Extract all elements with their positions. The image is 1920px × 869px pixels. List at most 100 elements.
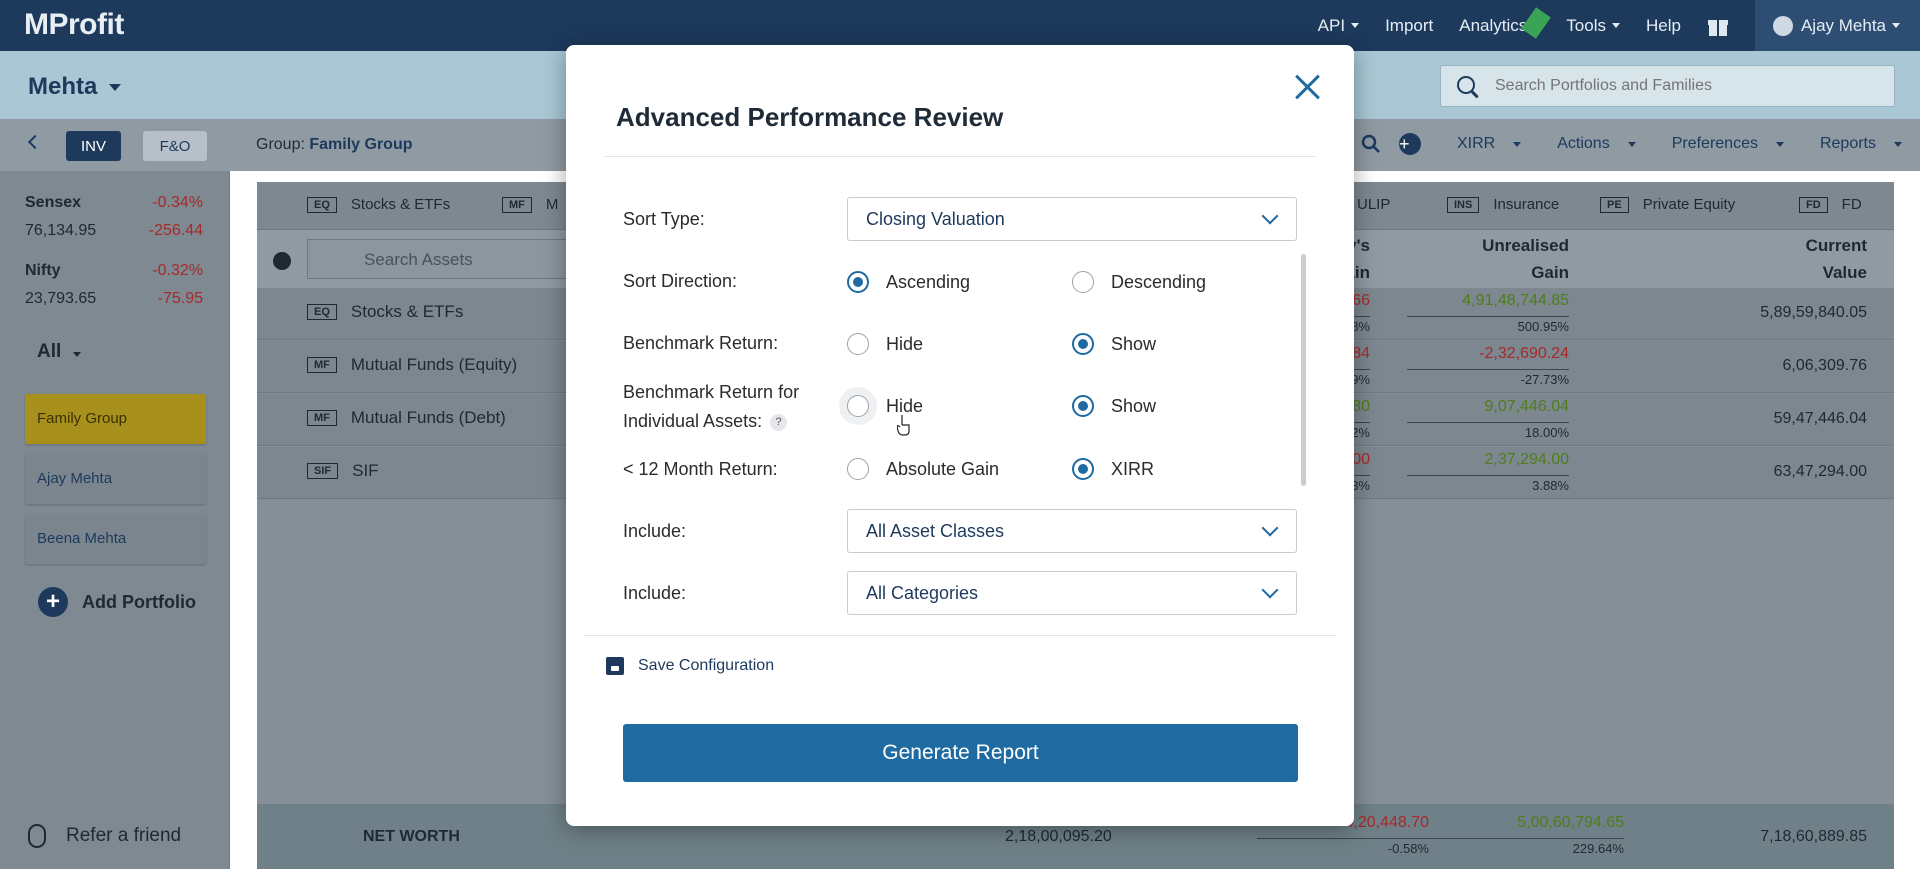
unrealised-gain-cell: -2,32,690.24 -27.73% bbox=[1407, 345, 1569, 387]
radio-xirr[interactable]: XIRR bbox=[1072, 458, 1154, 480]
include-label: Include: bbox=[623, 583, 687, 603]
tab-label: Insurance bbox=[1493, 196, 1560, 213]
nav-tools[interactable]: Tools bbox=[1566, 16, 1620, 36]
fo-toggle[interactable]: F&O bbox=[143, 131, 207, 161]
tab-fd[interactable]: FD FD bbox=[1799, 196, 1862, 213]
add-icon[interactable]: + bbox=[1399, 133, 1421, 155]
add-portfolio-label: Add Portfolio bbox=[82, 591, 196, 612]
nav-import[interactable]: Import bbox=[1385, 16, 1433, 36]
tab-badge: FD bbox=[1799, 196, 1828, 213]
radio-label: Hide bbox=[886, 333, 924, 354]
nav-api[interactable]: API bbox=[1318, 16, 1360, 36]
row-label: SIF SIF bbox=[307, 461, 379, 481]
tab-insurance[interactable]: INS Insurance bbox=[1447, 196, 1559, 213]
chevron-down-icon bbox=[1261, 519, 1279, 537]
pct-text: 500.95% bbox=[1407, 316, 1569, 334]
refer-icon bbox=[28, 824, 46, 848]
row-label: MF Mutual Funds (Equity) bbox=[307, 355, 517, 375]
radio-benchmark-hide[interactable]: Hide bbox=[847, 333, 923, 355]
sidebar-item-beena-mehta[interactable]: Beena Mehta bbox=[25, 514, 206, 564]
radio-individual-hide[interactable]: Hide bbox=[847, 395, 923, 417]
radio-label: Absolute Gain bbox=[886, 458, 1000, 479]
include-asset-classes-select[interactable]: All Asset Classes bbox=[847, 509, 1297, 553]
current-value-cell: 63,47,294.00 bbox=[1773, 463, 1867, 480]
actions-dropdown[interactable]: Actions bbox=[1539, 135, 1636, 153]
caret-down-icon bbox=[1775, 141, 1784, 147]
sidebar-item-label: Ajay Mehta bbox=[37, 470, 113, 487]
tab-stocks[interactable]: EQ Stocks & ETFs bbox=[307, 196, 450, 213]
caret-down-icon bbox=[1894, 141, 1902, 147]
caret-down-icon bbox=[73, 352, 82, 357]
caret-down-icon bbox=[109, 84, 122, 92]
actions-label: Actions bbox=[1557, 135, 1610, 152]
nifty-change: -75.95 bbox=[157, 290, 203, 307]
preferences-dropdown[interactable]: Preferences bbox=[1654, 135, 1784, 153]
tab-private-equity[interactable]: PE Private Equity bbox=[1600, 196, 1735, 213]
sidebar-item-ajay-mehta[interactable]: Ajay Mehta bbox=[25, 454, 206, 504]
sort-type-select[interactable]: Closing Valuation bbox=[847, 197, 1297, 241]
sidebar-item-family-group[interactable]: Family Group bbox=[25, 394, 206, 444]
reports-dropdown[interactable]: Reports bbox=[1802, 135, 1902, 153]
refer-friend-link[interactable]: Refer a friend bbox=[28, 824, 181, 848]
header-current-value[interactable]: Current Value bbox=[1757, 232, 1867, 286]
tab-label: M bbox=[545, 196, 559, 213]
sidebar: Sensex -0.34% 76,134.95 -256.44 Nifty -0… bbox=[0, 171, 230, 869]
header-text: Current bbox=[1805, 236, 1867, 255]
radio-dot bbox=[847, 395, 869, 417]
xirr-dropdown[interactable]: XIRR bbox=[1439, 135, 1522, 153]
tab-label: ULIP bbox=[1357, 196, 1391, 213]
radio-absolute-gain[interactable]: Absolute Gain bbox=[847, 458, 999, 480]
caret-down-icon bbox=[1513, 141, 1522, 147]
radio-ascending[interactable]: Ascending bbox=[847, 271, 970, 293]
value-text: -2,32,690.24 bbox=[1479, 345, 1569, 362]
benchmark-individual-label: Benchmark Return for Individual Assets:? bbox=[623, 378, 799, 436]
include-categories-select[interactable]: All Categories bbox=[847, 571, 1297, 615]
radio-dot bbox=[1072, 333, 1094, 355]
performance-review-modal: Advanced Performance Review Sort Type: C… bbox=[566, 45, 1354, 826]
radio-benchmark-show[interactable]: Show bbox=[1072, 333, 1156, 355]
nav-help[interactable]: Help bbox=[1646, 16, 1681, 36]
radio-descending[interactable]: Descending bbox=[1072, 271, 1206, 293]
modal-scrollbar[interactable] bbox=[1301, 254, 1306, 486]
radio-dot bbox=[847, 333, 869, 355]
header-unrealised-gain[interactable]: Unrealised Gain bbox=[1457, 232, 1569, 286]
radio-label: Show bbox=[1111, 395, 1157, 416]
portfolio-search[interactable] bbox=[1440, 65, 1895, 107]
nifty-pct: -0.32% bbox=[152, 262, 203, 279]
caret-down-icon bbox=[1627, 141, 1636, 147]
tab-mf[interactable]: MF M bbox=[502, 196, 558, 213]
tab-ulip[interactable]: ULIP bbox=[1357, 196, 1390, 213]
add-portfolio-button[interactable]: + Add Portfolio bbox=[38, 587, 196, 617]
help-icon[interactable]: ? bbox=[770, 413, 788, 431]
gift-icon[interactable] bbox=[1707, 15, 1729, 37]
hand-cursor-icon bbox=[897, 415, 910, 436]
current-value-cell: 6,06,309.76 bbox=[1782, 357, 1867, 374]
collapse-icon[interactable] bbox=[273, 252, 291, 270]
generate-report-button[interactable]: Generate Report bbox=[623, 724, 1298, 782]
asset-badge: EQ bbox=[307, 304, 337, 320]
user-menu[interactable]: Ajay Mehta bbox=[1754, 0, 1920, 51]
sensex-value: 76,134.95 bbox=[25, 222, 97, 239]
filter-label: All bbox=[37, 341, 62, 362]
portfolio-search-input[interactable] bbox=[1495, 66, 1885, 106]
tab-badge: EQ bbox=[307, 196, 337, 213]
net-worth-label: NET WORTH bbox=[363, 828, 460, 845]
inv-toggle[interactable]: INV bbox=[66, 131, 121, 161]
unrealised-gain-cell: 4,91,48,744.85 500.95% bbox=[1407, 292, 1569, 334]
back-chevron-icon[interactable] bbox=[27, 134, 43, 150]
header-text: Gain bbox=[1531, 263, 1569, 282]
portfolio-filter[interactable]: All bbox=[37, 341, 82, 363]
mprofit-logo[interactable]: MProfit bbox=[24, 8, 124, 42]
search-icon[interactable] bbox=[1361, 134, 1381, 154]
radio-individual-show[interactable]: Show bbox=[1072, 395, 1156, 417]
nav-analytics[interactable]: Analytics bbox=[1459, 16, 1527, 36]
family-selector[interactable]: Mehta bbox=[28, 73, 122, 101]
save-configuration-link[interactable]: Save Configuration bbox=[606, 657, 774, 675]
asset-name: Mutual Funds (Equity) bbox=[350, 355, 518, 374]
value-text: 9,07,446.04 bbox=[1484, 398, 1569, 415]
chevron-down-icon bbox=[1261, 207, 1279, 225]
close-icon[interactable] bbox=[1294, 73, 1322, 101]
asset-name: Mutual Funds (Debt) bbox=[350, 408, 506, 427]
right-tools: + XIRR Actions Preferences Reports bbox=[1343, 133, 1902, 155]
row-label: MF Mutual Funds (Debt) bbox=[307, 408, 506, 428]
